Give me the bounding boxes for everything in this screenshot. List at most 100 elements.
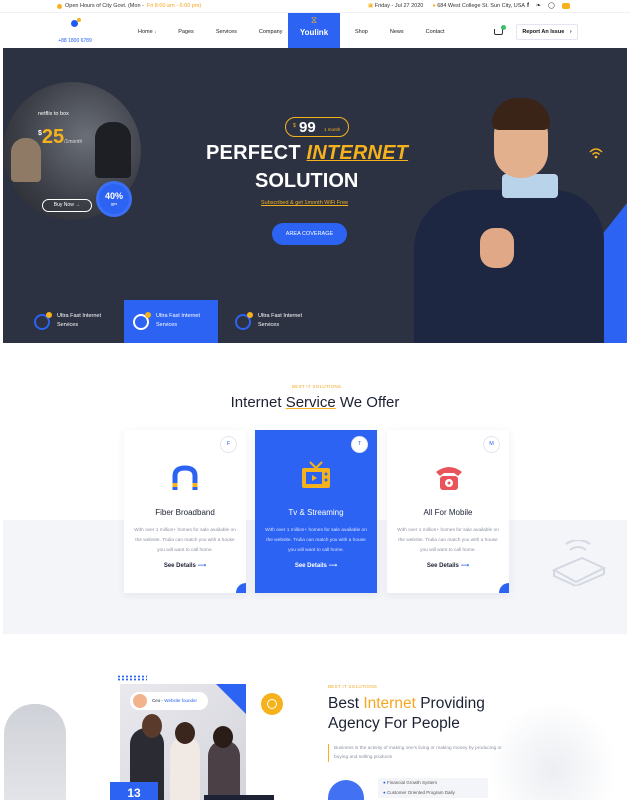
area-coverage-button[interactable]: AREA COVERAGE [272, 223, 347, 245]
calendar-icon: ▣ [368, 3, 374, 9]
avatar [133, 694, 147, 708]
nav-contact[interactable]: Contact [426, 29, 445, 35]
person-image [11, 138, 41, 182]
service-card-tv[interactable]: T Tv & Streaming With over 1 million+ ho… [255, 430, 377, 593]
feature-line2: Services [258, 322, 280, 328]
card-corner-accent [236, 583, 246, 593]
netflix-label: netflix to box [38, 111, 69, 117]
agency-title-accent: Internet [363, 695, 416, 712]
see-details-link[interactable]: See Details ⟶ [124, 562, 246, 569]
services-title-accent: Service [285, 394, 336, 411]
phone-number: +88 1800 6789 [58, 38, 92, 44]
chevron-right-icon: › [569, 29, 572, 35]
youtube-icon[interactable] [561, 2, 570, 9]
bullet-icon: ● [383, 790, 386, 795]
price-pill: $ 99 1 month [285, 117, 349, 137]
woman-image [4, 704, 66, 800]
nav-shop[interactable]: Shop [355, 29, 368, 35]
checklist-text: Customer Oriented Program Daily [386, 790, 455, 795]
agency-tag: BEST IT SOLUTIONS [328, 684, 378, 689]
service-title: Tv & Streaming [288, 508, 344, 517]
hero-man-image [408, 98, 608, 343]
card-corner-accent [499, 583, 509, 593]
nav-menu-right: Shop News Contact [355, 29, 445, 35]
see-details-link[interactable]: See Details ⟶ [255, 562, 377, 569]
social-links: f ❧ ◯ [527, 2, 570, 9]
telephone-icon [436, 467, 462, 490]
agency-description: Business is the activity of making one's… [328, 744, 508, 762]
service-card-mobile[interactable]: M All For Mobile With over 1 million+ ho… [387, 430, 509, 593]
hero-title-line2: SOLUTION [255, 170, 359, 192]
arrow-right-icon: ⟶ [460, 563, 470, 569]
price-value: 99 [299, 119, 316, 136]
person-image [95, 122, 131, 178]
services-title-a: Internet [230, 394, 286, 411]
hero-title-text: PERFECT [206, 142, 307, 164]
fiber-cable-icon [172, 465, 198, 490]
feature-item[interactable]: Ultra Fast Internet Services [25, 300, 119, 343]
price-period: 1 month [324, 127, 341, 132]
hero-title-line1: PERFECT INTERNET [206, 142, 408, 165]
feature-line1: Ultra Fast Internet [156, 313, 201, 319]
agency-title-a: Best [328, 695, 364, 712]
open-hours-text: Open Hours of City Govt. (Mon - [65, 3, 144, 9]
checklist-item: ● Financial Growth System [383, 778, 488, 788]
cart-icon[interactable] [493, 25, 506, 36]
nav-menu-left: Home ↓ Pages Services Company [138, 29, 282, 35]
discount-value: 40% [104, 191, 123, 201]
tv-icon [302, 461, 330, 488]
chevron-down-icon: ↓ [154, 29, 157, 34]
instagram-icon[interactable]: ◯ [548, 2, 555, 9]
services-tag: BEST IT SOLUTIONS [292, 384, 342, 389]
feature-line1: Ultra Fast Internet [57, 313, 102, 319]
date-info: ▣ Friday - Jul 27 2020 [368, 3, 423, 9]
service-letter: F [220, 436, 237, 453]
wifi-icon [589, 148, 603, 159]
agency-title-line2: Agency For People [328, 715, 460, 732]
services-title-b: We Offer [335, 394, 400, 411]
report-issue-button[interactable]: Report An Issue › [516, 24, 578, 40]
buy-now-button[interactable]: Buy Now → [42, 199, 92, 212]
service-card-fiber[interactable]: F Fiber Broadband With over 1 million+ h… [124, 430, 246, 593]
ceo-role: Website founder [164, 698, 197, 703]
service-letter: M [483, 436, 500, 453]
service-description: With over 1 million+ homes for sale avai… [134, 528, 236, 553]
wifi-logo-icon: ⧖ [310, 15, 318, 25]
feature-line1: Ultra Fast Internet [258, 313, 303, 319]
offer-period: /1month [64, 139, 83, 145]
buy-now-label: Buy Now [53, 202, 74, 208]
nav-services[interactable]: Services [216, 29, 237, 35]
logo-text: Youlink [299, 28, 329, 37]
date-text: Friday - Jul 27 2020 [374, 3, 424, 9]
service-letter: T [351, 436, 368, 453]
feature-line2: Services [57, 322, 79, 328]
nav-pages[interactable]: Pages [178, 29, 194, 35]
checklist-item: ● Customer Oriented Program Daily [383, 788, 488, 798]
open-hours-time: Fri 8:00 am - 6:00 pm) [146, 3, 202, 9]
see-details-link[interactable]: See Details ⟶ [387, 562, 509, 569]
nav-company[interactable]: Company [259, 29, 283, 35]
phone-contact[interactable]: +88 1800 6789 [50, 17, 100, 47]
phone-icon [70, 18, 81, 29]
logo[interactable]: ⧖ Youlink [288, 13, 340, 49]
agency-title-b: Providing [415, 695, 485, 712]
hero-subtitle-link[interactable]: Subscribed & get 1month WiFi Free [261, 200, 348, 206]
address-info: ● 684 West College St. Sun City, USA [432, 3, 525, 9]
checklist-text: Financial Growth System [386, 780, 438, 785]
facebook-icon[interactable]: f [527, 3, 529, 9]
main-navbar: +88 1800 6789 Home ↓ Pages Services Comp… [0, 12, 630, 49]
arrow-right-icon: ⟶ [328, 563, 338, 569]
stat-counter: 13 [110, 782, 158, 800]
report-issue-label: Report An Issue [522, 29, 565, 35]
arrow-right-icon: → [75, 202, 81, 208]
hero-title-accent: INTERNET [306, 142, 409, 164]
nav-home[interactable]: Home ↓ [138, 29, 156, 35]
twitter-icon[interactable]: ❧ [536, 2, 541, 9]
feature-item-active[interactable]: Ultra Fast Internet Services [124, 300, 218, 343]
services-title: Internet Service We Offer [0, 394, 630, 411]
offer-price: $25/1month [38, 126, 82, 149]
dark-accent-bar [204, 795, 274, 800]
feature-item[interactable]: Ultra Fast Internet Services [226, 300, 320, 343]
nav-news[interactable]: News [390, 29, 404, 35]
see-details-label: See Details [163, 563, 196, 569]
